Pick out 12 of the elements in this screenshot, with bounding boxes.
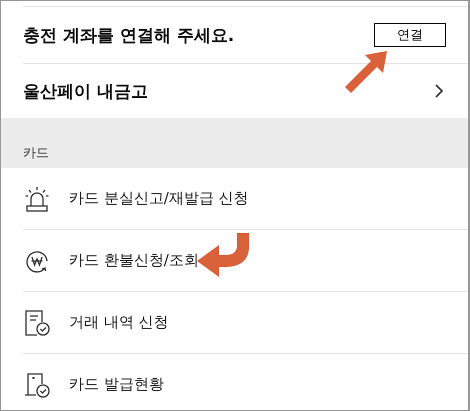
card-menu-item[interactable]: 카드 환불신청/조회: [69, 251, 199, 270]
siren-icon: [23, 184, 51, 212]
vault-menu-item[interactable]: 울산페이 내금고: [23, 80, 148, 102]
section-title: 카드: [23, 145, 49, 162]
card-check-icon: [23, 370, 51, 398]
card-menu-item[interactable]: 거래 내역 신청: [69, 313, 169, 332]
connect-button[interactable]: 연결: [374, 23, 446, 47]
chevron-right-icon: [434, 83, 444, 99]
card-menu-item[interactable]: 카드 발급현황: [69, 375, 164, 394]
account-prompt-text: 충전 계좌를 연결해 주세요.: [23, 24, 234, 46]
document-check-icon: [23, 308, 51, 336]
card-menu-item[interactable]: 카드 분실신고/재발급 신청: [69, 189, 249, 208]
